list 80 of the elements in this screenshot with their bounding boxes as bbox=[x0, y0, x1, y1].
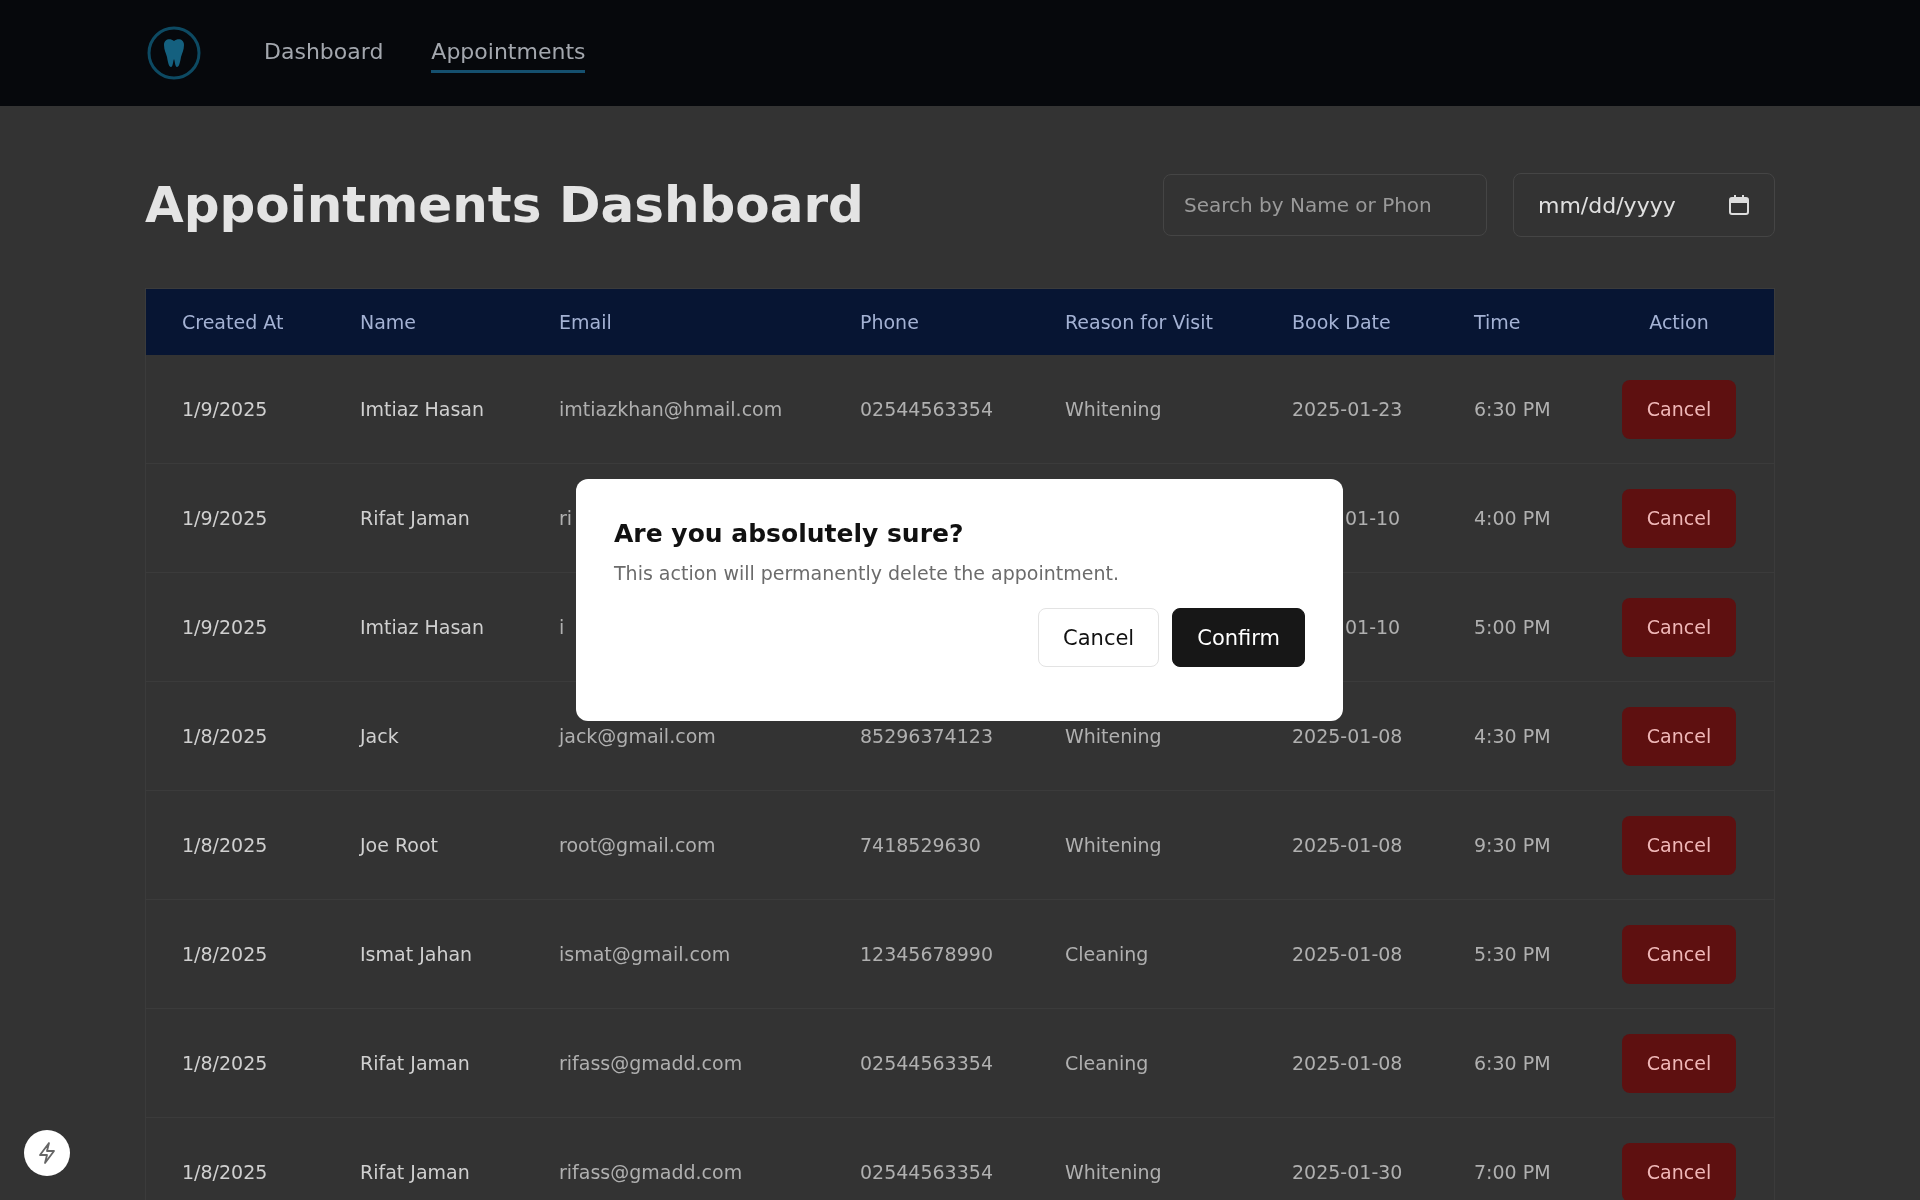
cancel-button[interactable]: Cancel bbox=[1622, 706, 1736, 766]
table-cell: 12345678990 bbox=[860, 943, 993, 965]
column-header: Reason for Visit bbox=[1065, 311, 1214, 333]
table-cell: Whitening bbox=[1065, 1161, 1162, 1183]
cancel-button[interactable]: Cancel bbox=[1622, 1142, 1736, 1200]
table-cell: Cleaning bbox=[1065, 1052, 1149, 1074]
table-cell: ismat@gmail.com bbox=[559, 943, 731, 965]
table-cell: 7418529630 bbox=[860, 834, 981, 856]
cancel-button[interactable]: Cancel bbox=[1622, 815, 1736, 875]
table-cell: Rifat Jaman bbox=[360, 1052, 470, 1074]
table-cell: 2025-01-23 bbox=[1292, 398, 1403, 420]
table-cell: 4:30 PM bbox=[1474, 725, 1551, 747]
table-cell: 2025-01-08 bbox=[1292, 725, 1403, 747]
search-field[interactable]: Search by Name or Phon bbox=[1163, 174, 1487, 236]
table-cell: 4:00 PM bbox=[1474, 507, 1551, 529]
table-cell: 01-10 bbox=[1345, 616, 1401, 638]
table-cell: 1/8/2025 bbox=[182, 1161, 268, 1183]
table-cell: 1/8/2025 bbox=[182, 725, 268, 747]
column-header: Created At bbox=[182, 311, 285, 333]
table-cell: rifass@gmadd.com bbox=[559, 1052, 743, 1074]
table-cell: 1/9/2025 bbox=[182, 398, 268, 420]
column-header: Book Date bbox=[1292, 311, 1392, 333]
column-header: Time bbox=[1474, 311, 1522, 333]
table-cell: imtiazkhan@hmail.com bbox=[559, 398, 783, 420]
table-cell: 9:30 PM bbox=[1474, 834, 1551, 856]
table-cell: ri bbox=[559, 507, 573, 529]
table-cell: 85296374123 bbox=[860, 725, 993, 747]
page-title: Appointments Dashboard bbox=[145, 176, 865, 234]
table-cell: 1/8/2025 bbox=[182, 834, 268, 856]
table-cell: 2025-01-08 bbox=[1292, 1052, 1403, 1074]
lightning-icon[interactable] bbox=[24, 1130, 70, 1176]
table-cell: Imtiaz Hasan bbox=[360, 398, 484, 420]
table-cell: rifass@gmadd.com bbox=[559, 1161, 743, 1183]
cancel-button[interactable]: Cancel bbox=[1622, 597, 1736, 657]
date-field[interactable]: mm/dd/yyyy bbox=[1513, 173, 1775, 237]
cancel-button[interactable]: Cancel bbox=[1622, 1033, 1736, 1093]
table-cell: Cleaning bbox=[1065, 943, 1149, 965]
table-cell: 5:30 PM bbox=[1474, 943, 1551, 965]
table-cell: 6:30 PM bbox=[1474, 398, 1551, 420]
table-cell: 2025-01-08 bbox=[1292, 834, 1403, 856]
table-cell: 6:30 PM bbox=[1474, 1052, 1551, 1074]
table-cell: jack@gmail.com bbox=[559, 725, 716, 747]
table-cell: 7:00 PM bbox=[1474, 1161, 1551, 1183]
table-cell: i bbox=[559, 616, 565, 638]
table-cell: root@gmail.com bbox=[559, 834, 716, 856]
table-cell: Whitening bbox=[1065, 834, 1162, 856]
table-cell: 02544563354 bbox=[860, 1161, 993, 1183]
table-cell: 5:00 PM bbox=[1474, 616, 1551, 638]
column-header: Action bbox=[1649, 311, 1709, 333]
table-cell: 1/9/2025 bbox=[182, 616, 268, 638]
table-cell: Rifat Jaman bbox=[360, 1161, 470, 1183]
dialog-message: This action will permanently delete the appointment. bbox=[614, 562, 1120, 584]
nav-link[interactable]: Dashboard bbox=[264, 33, 384, 73]
cancel-button[interactable]: Cancel bbox=[1038, 608, 1160, 667]
table-cell: Rifat Jaman bbox=[360, 507, 470, 529]
cancel-button[interactable]: Cancel bbox=[1622, 379, 1736, 439]
cancel-button[interactable]: Cancel bbox=[1622, 924, 1736, 984]
table-cell: Whitening bbox=[1065, 398, 1162, 420]
table-cell: 1/8/2025 bbox=[182, 1052, 268, 1074]
table-cell: Jack bbox=[360, 725, 399, 747]
table-cell: Whitening bbox=[1065, 725, 1162, 747]
table-cell: 1/9/2025 bbox=[182, 507, 268, 529]
table-cell: 1/8/2025 bbox=[182, 943, 268, 965]
table-cell: Ismat Jahan bbox=[360, 943, 473, 965]
table-cell: 02544563354 bbox=[860, 398, 993, 420]
confirm-button[interactable]: Confirm bbox=[1172, 608, 1305, 667]
table-cell: 2025-01-08 bbox=[1292, 943, 1403, 965]
table-cell: Joe Root bbox=[360, 834, 438, 856]
tooth-logo-icon[interactable] bbox=[146, 25, 202, 81]
column-header: Email bbox=[559, 311, 613, 333]
table-cell: 2025-01-30 bbox=[1292, 1161, 1403, 1183]
table-cell: 02544563354 bbox=[860, 1052, 993, 1074]
column-header: Phone bbox=[860, 311, 920, 333]
cancel-button[interactable]: Cancel bbox=[1622, 488, 1736, 548]
dialog-title: Are you absolutely sure? bbox=[614, 519, 965, 548]
calendar-icon[interactable] bbox=[1728, 194, 1750, 216]
column-header: Name bbox=[360, 311, 418, 333]
table-cell: Imtiaz Hasan bbox=[360, 616, 484, 638]
nav-link[interactable]: Appointments bbox=[431, 33, 586, 73]
table-cell: 01-10 bbox=[1345, 507, 1401, 529]
